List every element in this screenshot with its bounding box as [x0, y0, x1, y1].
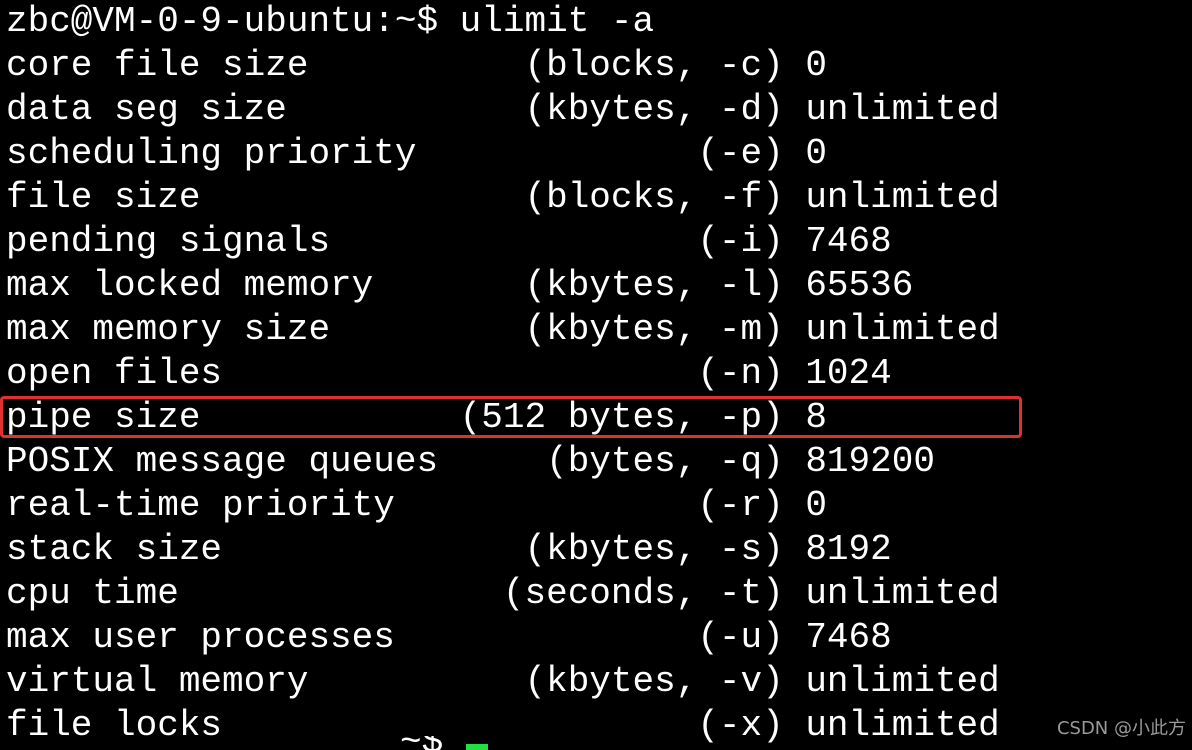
ulimit-row-stack-size: stack size (kbytes, -s) 8192 [6, 529, 892, 570]
ulimit-row-posix-message-queues: POSIX message queues (bytes, -q) 819200 [6, 441, 935, 482]
ulimit-row-file-locks: file locks (-x) unlimited [6, 705, 1000, 746]
prompt-line: zbc@VM-0-9-ubuntu:~$ ulimit -a [6, 1, 655, 42]
csdn-watermark: CSDN @小此方 [1056, 718, 1186, 739]
ulimit-row-data-seg-size: data seg size (kbytes, -d) unlimited [6, 89, 1000, 130]
terminal-cursor [466, 744, 488, 750]
terminal-window[interactable]: zbc@VM-0-9-ubuntu:~$ ulimit -a core file… [0, 0, 1192, 750]
ulimit-row-max-locked-memory: max locked memory (kbytes, -l) 65536 [6, 265, 914, 306]
ulimit-row-scheduling-priority: scheduling priority (-e) 0 [6, 133, 827, 174]
ulimit-row-core-file-size: core file size (blocks, -c) 0 [6, 45, 827, 86]
next-prompt-partial: ~$ [400, 736, 443, 750]
ulimit-row-max-user-processes: max user processes (-u) 7468 [6, 617, 892, 658]
ulimit-row-file-size: file size (blocks, -f) unlimited [6, 177, 1000, 218]
ulimit-row-pending-signals: pending signals (-i) 7468 [6, 221, 892, 262]
ulimit-row-virtual-memory: virtual memory (kbytes, -v) unlimited [6, 661, 1000, 702]
ulimit-row-real-time-priority: real-time priority (-r) 0 [6, 485, 827, 526]
pipe-size-highlight-box [0, 396, 1022, 438]
ulimit-row-cpu-time: cpu time (seconds, -t) unlimited [6, 573, 1000, 614]
ulimit-row-open-files: open files (-n) 1024 [6, 353, 892, 394]
ulimit-row-max-memory-size: max memory size (kbytes, -m) unlimited [6, 309, 1000, 350]
